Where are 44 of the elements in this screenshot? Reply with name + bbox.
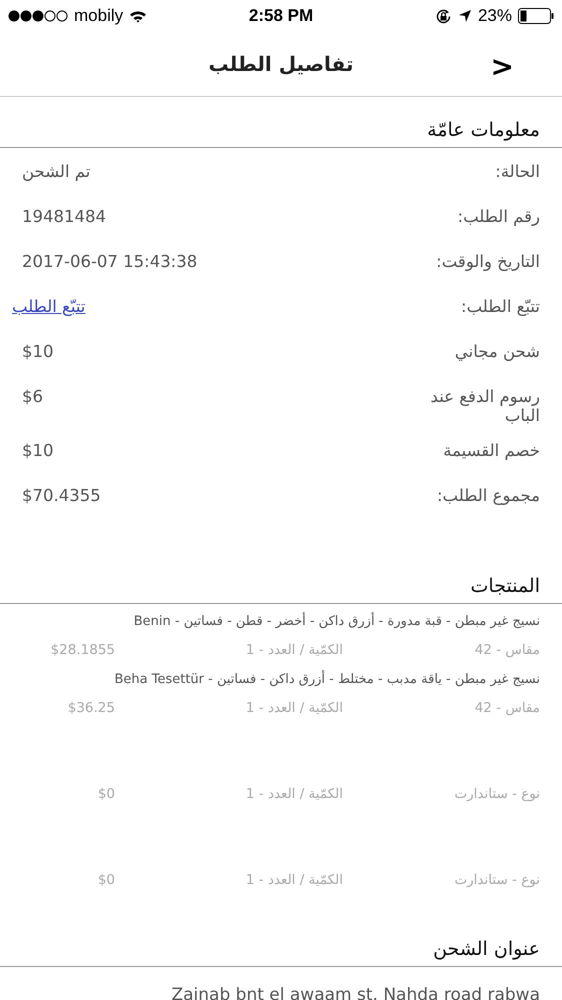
battery-percent: 23% [478,6,512,26]
location-arrow-icon [458,9,472,23]
product-name: نسيج غير مبطن - قبة مدورة - أزرق داكن - أخضر - قطن - فساتين - Benin [132,614,540,631]
field-value: 19481484 [22,207,106,226]
product-quantity: الكمّية / العدد - 1 [244,872,343,888]
product-price: $28.1855 [50,642,115,658]
section-heading: معلومات عامّة [427,119,540,141]
carrier-name: mobily [74,6,124,26]
wifi-icon [129,10,148,22]
battery-icon [518,8,554,24]
shipping-address: Zainab bnt el awaam st. Nahda road rabwa [170,984,541,1000]
field-label: رقم الطلب: [456,207,540,226]
track-order-link[interactable]: تتبّع الطلب [12,297,86,316]
clock-time: 2:58 PM [248,6,314,26]
field-label: التاريخ والوقت: [435,252,540,271]
rotation-lock-icon [434,8,452,24]
field-label: رسوم الدفع عند الباب [430,387,540,425]
product-quantity: الكمّية / العدد - 1 [244,642,343,658]
product-option: مقاس - 42 [343,700,540,716]
back-button[interactable]: > [484,46,520,87]
field-value: $6 [22,387,43,406]
field-value: 2017-06-07 15:43:38 [22,252,198,271]
signal-icon [8,10,68,22]
page-title: تفاصيل الطلب [208,52,354,76]
field-label: شحن مجاني [454,342,540,361]
field-label: خصم القسيمة [442,441,540,460]
field-value: $10 [22,441,54,460]
field-value: $10 [22,342,54,361]
product-quantity: الكمّية / العدد - 1 [244,700,343,716]
product-name: نسيج غير مبطن - ياقة مدبب - مختلط - أزرق داكن - فساتين - Beha Tesettür [113,672,540,689]
product-option: نوع - ستاندارت [343,786,540,802]
product-price: $0 [96,872,115,888]
product-option: نوع - ستاندارت [343,872,540,888]
section-heading: المنتجات [470,575,540,597]
field-label: تتبّع الطلب: [460,297,540,316]
field-value: $70.4355 [22,486,101,505]
product-price: $36.25 [66,700,115,716]
product-price: $0 [96,786,115,802]
field-label: مجموع الطلب: [436,486,540,505]
field-value: تم الشحن [22,162,90,181]
section-heading: عنوان الشحن [433,938,540,960]
field-label: الحالة: [494,162,540,181]
product-quantity: الكمّية / العدد - 1 [244,786,343,802]
product-option: مقاس - 42 [343,642,540,658]
